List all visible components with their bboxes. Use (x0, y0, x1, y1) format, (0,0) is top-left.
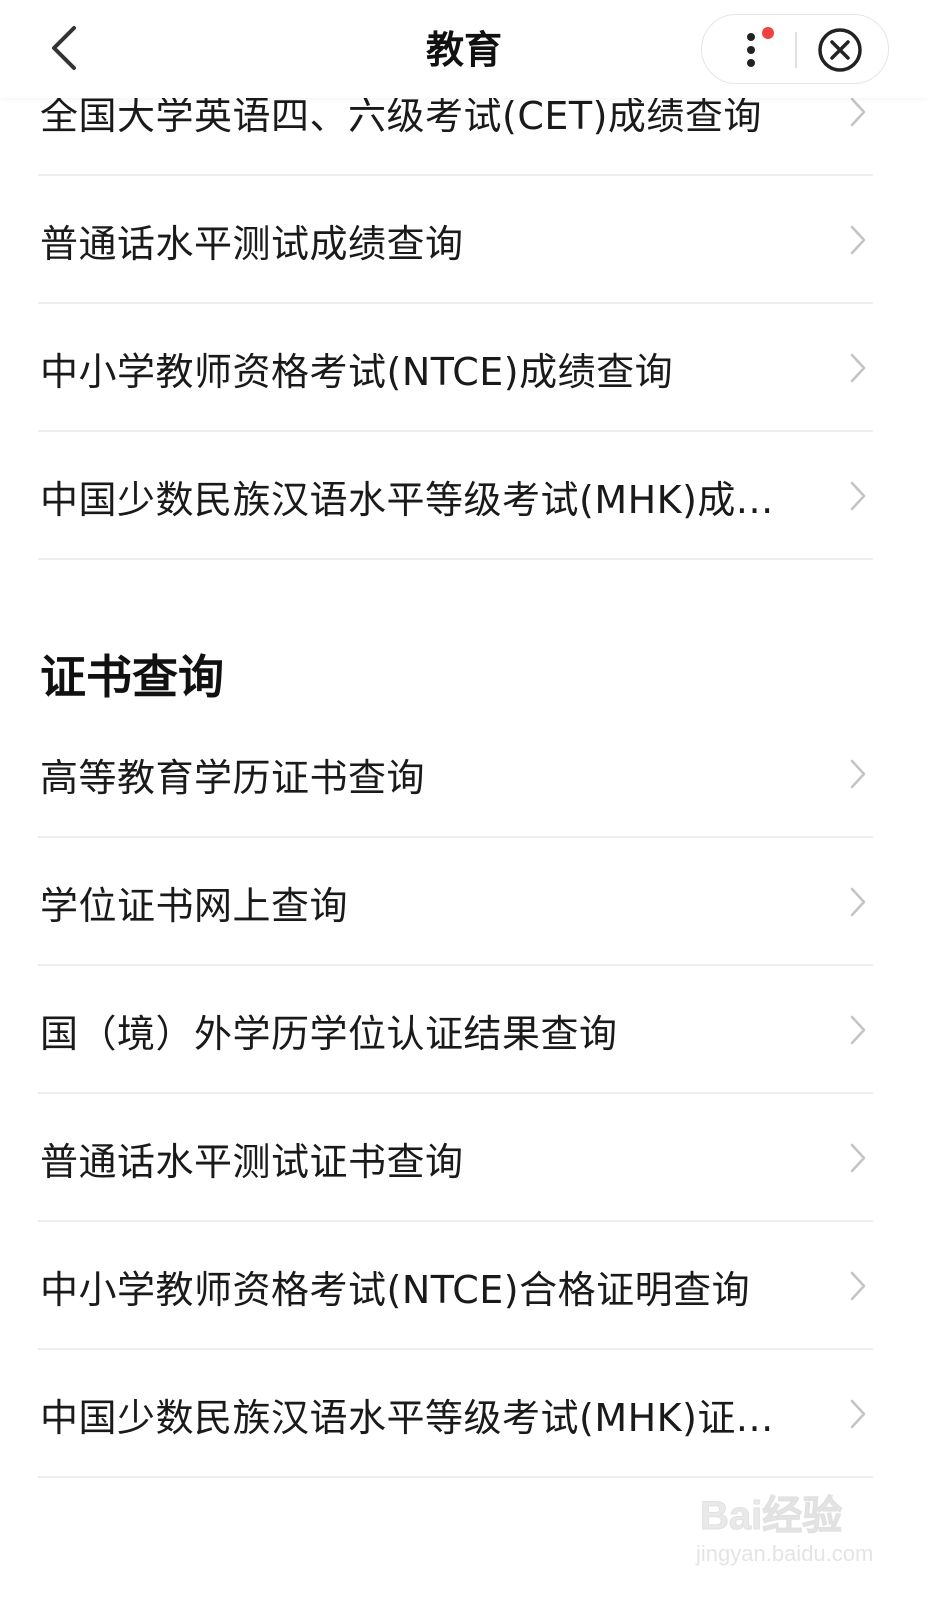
chevron-right-icon (850, 887, 866, 917)
chevron-left-icon (52, 26, 76, 70)
page: 教育 全国大学英语四、六级考试(CET)成绩查询 普通话水平测试成绩查询 中小学… (0, 0, 928, 1600)
list-item-foreign-degree-cert[interactable]: 国（境）外学历学位认证结果查询 (0, 966, 928, 1094)
list-item-label: 国（境）外学历学位认证结果查询 (40, 1011, 618, 1056)
list-item-label: 学位证书网上查询 (40, 883, 349, 928)
list-item-mhk-cert[interactable]: 中国少数民族汉语水平等级考试(MHK)证... (0, 1350, 928, 1478)
chevron-right-icon (850, 759, 866, 789)
close-button[interactable] (814, 24, 866, 76)
baidu-jingyan-watermark: Bai经验 jingyan.baidu.com (690, 1465, 890, 1590)
list-item-ntce-score[interactable]: 中小学教师资格考试(NTCE)成绩查询 (0, 304, 928, 432)
chevron-right-icon (850, 481, 866, 511)
list-item-label: 高等教育学历证书查询 (40, 755, 426, 800)
chevron-right-icon (850, 225, 866, 255)
row-divider (38, 1476, 873, 1478)
list-item-putonghua-score[interactable]: 普通话水平测试成绩查询 (0, 176, 928, 304)
list-item-putonghua-cert[interactable]: 普通话水平测试证书查询 (0, 1094, 928, 1222)
list-item-degree-cert[interactable]: 学位证书网上查询 (0, 838, 928, 966)
close-circle-icon (818, 28, 862, 72)
top-nav-bar: 教育 (0, 0, 928, 98)
chevron-right-icon (850, 353, 866, 383)
more-button[interactable] (724, 23, 780, 77)
list-item-label: 普通话水平测试成绩查询 (40, 221, 464, 266)
chevron-right-icon (850, 1399, 866, 1429)
watermark-url: jingyan.baidu.com (696, 1541, 874, 1566)
list-item-higher-edu-cert[interactable]: 高等教育学历证书查询 (0, 710, 928, 838)
chevron-right-icon (850, 1143, 866, 1173)
list-item-label: 中国少数民族汉语水平等级考试(MHK)证... (40, 1395, 774, 1440)
watermark-brand: Bai经验 (699, 1494, 843, 1539)
list-item-label: 中国少数民族汉语水平等级考试(MHK)成... (40, 477, 774, 522)
list-item-label: 中小学教师资格考试(NTCE)成绩查询 (40, 349, 674, 394)
list-item-mhk-score[interactable]: 中国少数民族汉语水平等级考试(MHK)成... (0, 432, 928, 560)
chevron-right-icon (850, 97, 866, 127)
chevron-right-icon (850, 1015, 866, 1045)
more-vertical-icon (747, 27, 774, 67)
mini-app-capsule (701, 14, 889, 84)
row-divider (38, 558, 873, 560)
list-item-label: 普通话水平测试证书查询 (40, 1139, 464, 1184)
chevron-right-icon (850, 1271, 866, 1301)
capsule-divider (795, 32, 797, 68)
back-button[interactable] (36, 20, 92, 76)
section-title-certificate: 证书查询 (40, 650, 224, 704)
notification-dot (762, 27, 774, 39)
list-item-ntce-cert[interactable]: 中小学教师资格考试(NTCE)合格证明查询 (0, 1222, 928, 1350)
list-item-label: 中小学教师资格考试(NTCE)合格证明查询 (40, 1267, 751, 1312)
